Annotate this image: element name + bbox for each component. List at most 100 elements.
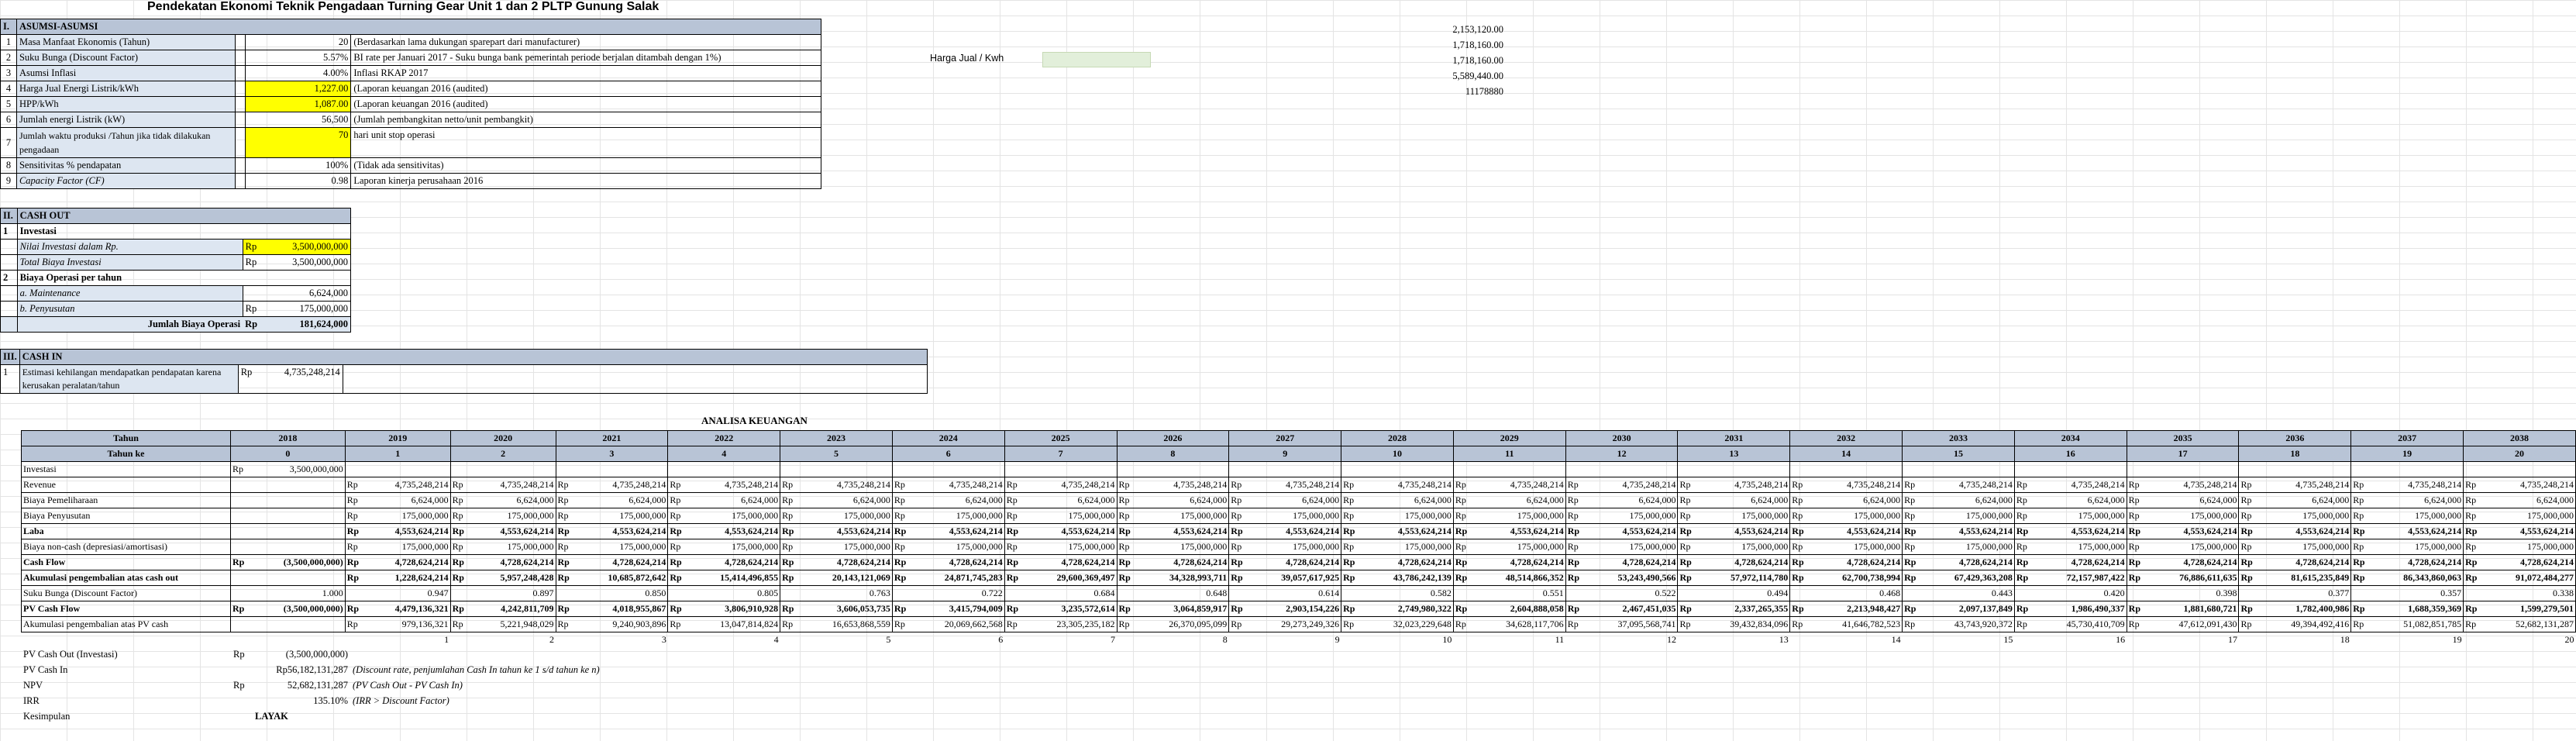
analisa-cell[interactable]: 2,604,888,058 (1473, 601, 1566, 617)
analisa-cell[interactable]: 175,000,000 (365, 539, 451, 555)
analisa-cell[interactable]: 4,728,624,214 (1810, 554, 1903, 570)
analisa-cell[interactable]: 175,000,000 (1923, 508, 2015, 524)
analisa-cell[interactable]: 34,328,993,711 (1137, 570, 1230, 586)
analisa-cell[interactable]: 175,000,000 (1137, 539, 1230, 555)
asumsi-value[interactable]: 70 (244, 127, 352, 158)
analisa-cell[interactable]: 0.648 (1116, 585, 1230, 601)
analisa-cell[interactable]: 6,624,000 (1473, 492, 1566, 508)
analisa-cell[interactable]: 4,735,248,214 (1698, 477, 1791, 493)
analisa-cell[interactable]: 4,553,624,214 (365, 523, 451, 539)
analisa-cell[interactable]: 0.850 (555, 585, 669, 601)
analisa-cell[interactable]: 4,735,248,214 (2147, 477, 2240, 493)
analisa-cell[interactable]: 26,370,095,099 (1137, 616, 1230, 632)
analisa-cell[interactable]: 6,624,000 (912, 492, 1005, 508)
maintenance-value[interactable]: 6,624,000 (265, 285, 351, 302)
analisa-cell[interactable]: 175,000,000 (1586, 539, 1679, 555)
analisa-cell[interactable]: 53,243,490,566 (1586, 570, 1679, 586)
analisa-cell[interactable]: 1,782,400,986 (2259, 601, 2352, 617)
analisa-cell[interactable]: 6,624,000 (2034, 492, 2127, 508)
analisa-cell[interactable]: 175,000,000 (801, 539, 893, 555)
analisa-cell[interactable] (251, 508, 346, 524)
analisa-cell[interactable]: 6,624,000 (2371, 492, 2464, 508)
analisa-cell[interactable]: 175,000,000 (1473, 508, 1566, 524)
analisa-cell[interactable]: 0.468 (1789, 585, 1903, 601)
analisa-cell[interactable]: 3,235,572,614 (1025, 601, 1118, 617)
analisa-cell[interactable]: 175,000,000 (801, 508, 893, 524)
analisa-cell[interactable]: 175,000,000 (2034, 508, 2127, 524)
analisa-cell[interactable]: 34,628,117,706 (1473, 616, 1566, 632)
analisa-cell[interactable]: 43,786,242,139 (1362, 570, 1454, 586)
analisa-cell[interactable]: 175,000,000 (2484, 508, 2576, 524)
analisa-cell[interactable]: 4,735,248,214 (1586, 477, 1679, 493)
analisa-cell[interactable]: 4,735,248,214 (470, 477, 556, 493)
analisa-cell[interactable]: 175,000,000 (2371, 539, 2464, 555)
analisa-cell[interactable]: 81,615,235,849 (2259, 570, 2352, 586)
asumsi-value[interactable]: 100% (244, 157, 352, 174)
analisa-cell[interactable]: 6,624,000 (2147, 492, 2240, 508)
analisa-cell[interactable]: 51,082,851,785 (2371, 616, 2464, 632)
analisa-cell[interactable]: 0.443 (1902, 585, 2015, 601)
analisa-cell[interactable]: 4,553,624,214 (2371, 523, 2464, 539)
analisa-cell[interactable]: 3,806,910,928 (688, 601, 781, 617)
analisa-cell[interactable]: 4,553,624,214 (1025, 523, 1118, 539)
analisa-cell[interactable] (251, 570, 346, 586)
analisa-cell[interactable]: 4,735,248,214 (801, 477, 893, 493)
analisa-cell[interactable]: 175,000,000 (2259, 539, 2352, 555)
analisa-cell[interactable]: 175,000,000 (1362, 539, 1454, 555)
analisa-cell[interactable]: 4,242,811,709 (470, 601, 556, 617)
analisa-cell[interactable]: 91,072,484,277 (2484, 570, 2576, 586)
analisa-cell[interactable]: 0.551 (1452, 585, 1566, 601)
analisa-cell[interactable]: 0.763 (780, 585, 893, 601)
analisa-cell[interactable]: 1,986,490,337 (2034, 601, 2127, 617)
analisa-cell[interactable]: 6,624,000 (2484, 492, 2576, 508)
analisa-cell[interactable]: 4,728,624,214 (1473, 554, 1566, 570)
analisa-cell[interactable]: 6,624,000 (365, 492, 451, 508)
analisa-cell[interactable]: 76,886,611,635 (2147, 570, 2240, 586)
analisa-cell[interactable]: 4,553,624,214 (688, 523, 781, 539)
analisa-cell[interactable]: 4,735,248,214 (912, 477, 1005, 493)
analisa-cell[interactable]: 4,553,624,214 (2259, 523, 2352, 539)
analisa-cell[interactable]: 3,064,859,917 (1137, 601, 1230, 617)
analisa-cell[interactable]: 175,000,000 (1586, 508, 1679, 524)
analisa-cell[interactable]: 175,000,000 (2259, 508, 2352, 524)
analisa-cell[interactable]: 175,000,000 (912, 508, 1005, 524)
analisa-cell[interactable]: 4,735,248,214 (1362, 477, 1454, 493)
analisa-cell[interactable]: 4,553,624,214 (2147, 523, 2240, 539)
analisa-cell[interactable]: 23,305,235,182 (1025, 616, 1118, 632)
analisa-cell[interactable]: 4,728,624,214 (1025, 554, 1118, 570)
analisa-cell[interactable]: 72,157,987,422 (2034, 570, 2127, 586)
analisa-cell[interactable]: 175,000,000 (2034, 539, 2127, 555)
analisa-cell[interactable]: 4,728,624,214 (2484, 554, 2576, 570)
asumsi-value[interactable]: 4.00% (244, 65, 352, 81)
analisa-cell[interactable]: 0.805 (667, 585, 781, 601)
analisa-cell[interactable]: 43,743,920,372 (1923, 616, 2015, 632)
analisa-cell[interactable]: 0.338 (2463, 585, 2576, 601)
analisa-cell[interactable]: 4,553,624,214 (1810, 523, 1903, 539)
analisa-cell[interactable]: 175,000,000 (470, 539, 556, 555)
analisa-cell[interactable]: 6,624,000 (576, 492, 669, 508)
analisa-cell[interactable]: 4,728,624,214 (1923, 554, 2015, 570)
analisa-cell[interactable]: 175,000,000 (1698, 508, 1791, 524)
analisa-cell[interactable]: 4,735,248,214 (2484, 477, 2576, 493)
analisa-cell[interactable]: 0.897 (449, 585, 556, 601)
analisa-cell[interactable]: 175,000,000 (2147, 508, 2240, 524)
analisa-cell[interactable]: 0.722 (891, 585, 1005, 601)
analisa-cell[interactable]: 175,000,000 (912, 539, 1005, 555)
analisa-cell[interactable]: 1,599,279,501 (2484, 601, 2576, 617)
analisa-cell[interactable]: 86,343,860,063 (2371, 570, 2464, 586)
analisa-cell[interactable]: 41,646,782,523 (1810, 616, 1903, 632)
analisa-cell[interactable] (251, 523, 346, 539)
analisa-cell[interactable]: 9,240,903,896 (576, 616, 669, 632)
analisa-cell[interactable]: 175,000,000 (2484, 539, 2576, 555)
analisa-cell[interactable]: 4,728,624,214 (912, 554, 1005, 570)
analisa-cell[interactable]: 3,500,000,000 (251, 461, 346, 477)
analisa-cell[interactable] (251, 492, 346, 508)
analisa-cell[interactable]: 39,432,834,096 (1698, 616, 1791, 632)
analisa-cell[interactable]: 6,624,000 (2259, 492, 2352, 508)
analisa-cell[interactable]: 37,095,568,741 (1586, 616, 1679, 632)
analisa-cell[interactable]: 175,000,000 (688, 539, 781, 555)
analisa-cell[interactable]: 1,228,624,214 (365, 570, 451, 586)
summary-value[interactable]: (3,500,000,000) (253, 646, 350, 662)
side-value[interactable]: 1,718,160.00 (1403, 53, 1503, 68)
asumsi-value[interactable]: 56,500 (244, 112, 352, 128)
